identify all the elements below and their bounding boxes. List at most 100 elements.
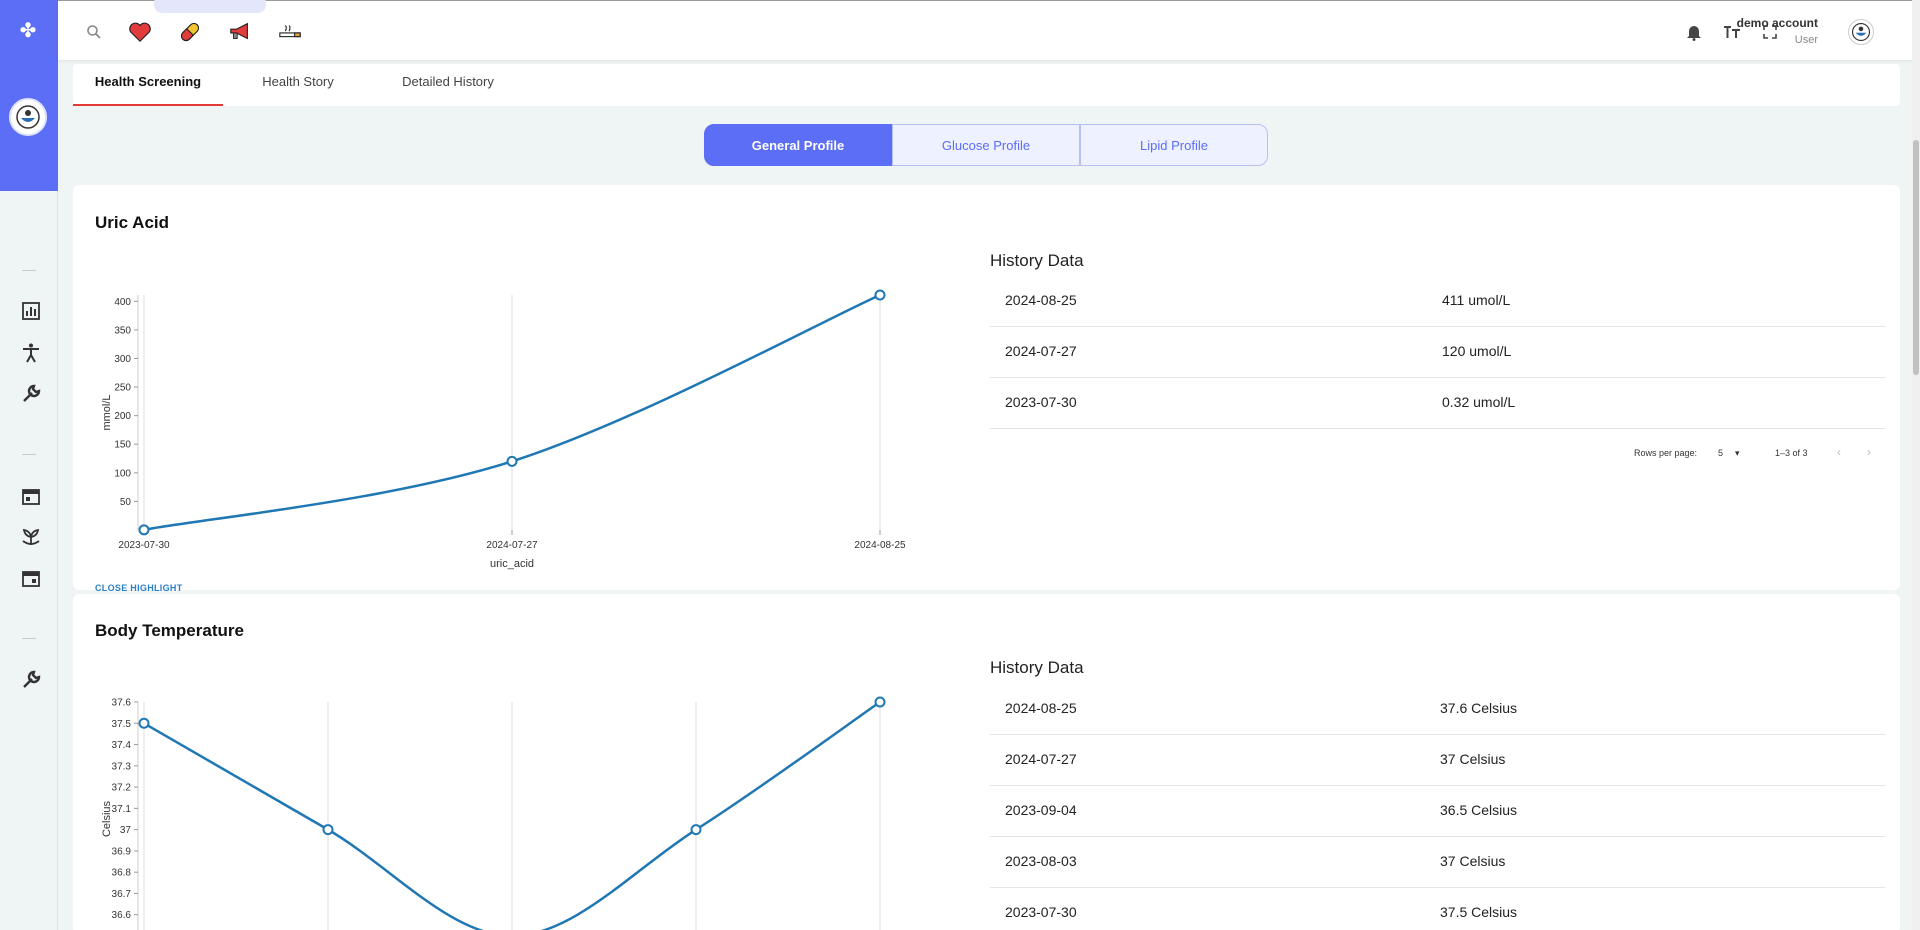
row-value: 120 umol/L: [1442, 343, 1512, 359]
chart-icon[interactable]: [20, 300, 42, 322]
row-value: 37 Celsius: [1440, 751, 1506, 767]
rows-per-page-select[interactable]: 5: [1718, 448, 1723, 458]
page-range: 1–3 of 3: [1775, 448, 1808, 458]
data-point: [138, 717, 150, 729]
sidebar-header: ✤: [0, 0, 58, 191]
y-tick-label: 150: [114, 440, 131, 451]
row-date: 2024-08-25: [1005, 292, 1077, 308]
y-tick-label: 37.1: [112, 804, 132, 815]
x-axis-label: uric_acid: [490, 558, 534, 570]
glucose-profile-button[interactable]: Glucose Profile: [892, 124, 1080, 166]
sidebar-divider: [22, 270, 36, 271]
row-value: 37 Celsius: [1440, 853, 1506, 869]
y-tick-label: 37.4: [112, 740, 132, 751]
history-row: 2024-08-25 37.6 Celsius: [990, 684, 1885, 735]
tabs-bar: Health Screening Health Story Detailed H…: [73, 64, 1900, 106]
row-value: 411 umol/L: [1442, 292, 1511, 308]
lipid-profile-button[interactable]: Lipid Profile: [1080, 124, 1268, 166]
megaphone-icon[interactable]: [228, 20, 252, 44]
wrench-icon[interactable]: [20, 669, 42, 691]
bell-icon[interactable]: [1682, 20, 1706, 44]
close-highlight-button[interactable]: CLOSE HIGHLIGHT: [95, 583, 183, 593]
row-value: 37.6 Celsius: [1440, 700, 1518, 716]
history-row: 2023-07-30 37.5 Celsius: [990, 888, 1885, 930]
tab-health-story[interactable]: Health Story: [223, 64, 373, 106]
y-tick-label: 50: [120, 497, 132, 508]
history-row: 2023-08-03 37 Celsius: [990, 837, 1885, 888]
uric-acid-chart: 2023-07-30 2024-07-27 2024-08-25 50 100 150 20…: [101, 289, 906, 570]
row-date: 2023-07-30: [1005, 904, 1077, 920]
x-tick-label: 2023-07-30: [118, 540, 170, 551]
user-avatar[interactable]: [1848, 19, 1874, 45]
tab-health-screening[interactable]: Health Screening: [73, 64, 223, 106]
row-date: 2024-08-25: [1005, 700, 1077, 716]
y-tick-label: 36.8: [112, 868, 132, 879]
scrollbar[interactable]: [1912, 0, 1920, 930]
row-value: 37.5 Celsius: [1440, 904, 1518, 920]
rows-per-page-label: Rows per page:: [1634, 448, 1698, 458]
history-row: 2024-08-25 411 umol/L: [990, 276, 1885, 327]
y-tick-label: 37: [120, 825, 132, 836]
dropdown-icon[interactable]: ▾: [1735, 448, 1740, 459]
history-row: 2024-07-27 120 umol/L: [990, 327, 1885, 378]
sidebar: ✤: [0, 0, 58, 930]
next-page-icon[interactable]: ›: [1867, 445, 1871, 459]
y-axis-label: mmol/L: [101, 394, 113, 430]
sidebar-avatar[interactable]: [9, 98, 47, 136]
y-tick-label: 250: [114, 383, 131, 394]
row-value: 36.5 Celsius: [1440, 802, 1518, 818]
sidebar-divider: [22, 454, 36, 455]
body-temperature-chart: 2023-07-302023-08-032023-09-042024-07-27…: [101, 696, 886, 930]
plant-icon[interactable]: [20, 526, 42, 548]
y-tick-label: 350: [114, 325, 131, 336]
smoking-icon[interactable]: [278, 20, 302, 44]
avatar-logo-icon: [16, 105, 40, 129]
y-tick-label: 37.3: [112, 761, 132, 772]
y-tick-label: 100: [114, 468, 131, 479]
scrollbar-thumb[interactable]: [1913, 140, 1919, 375]
row-value: 0.32 umol/L: [1442, 394, 1516, 410]
topbar-pill: [154, 0, 266, 13]
data-point: [874, 289, 886, 301]
history-title: History Data: [990, 251, 1084, 270]
y-tick-label: 37.2: [112, 783, 132, 794]
data-point: [690, 824, 702, 836]
user-name[interactable]: demo account: [1737, 16, 1818, 30]
heart-icon[interactable]: [128, 20, 152, 44]
sidebar-divider: [22, 638, 36, 639]
search-icon[interactable]: [82, 20, 106, 44]
y-tick-label: 300: [114, 354, 131, 365]
pill-icon[interactable]: [178, 20, 202, 44]
y-tick-label: 36.6: [112, 910, 132, 921]
y-tick-label: 36.7: [112, 889, 132, 900]
row-date: 2023-07-30: [1005, 394, 1077, 410]
history-row: 2023-07-30 0.32 umol/L: [990, 378, 1885, 429]
history-row: 2024-07-27 37 Celsius: [990, 735, 1885, 786]
y-axis-label: Celsius: [101, 800, 113, 837]
profile-switch: General Profile Glucose Profile Lipid Pr…: [704, 124, 1268, 166]
general-profile-button[interactable]: General Profile: [704, 124, 892, 166]
calendar-event-icon[interactable]: [20, 567, 42, 589]
tab-detailed-history[interactable]: Detailed History: [373, 64, 523, 106]
user-role: User: [1794, 34, 1818, 46]
row-date: 2024-07-27: [1005, 343, 1077, 359]
history-title: History Data: [990, 658, 1084, 677]
data-point: [138, 524, 150, 536]
row-date: 2023-08-03: [1005, 853, 1077, 869]
data-point: [506, 455, 518, 467]
history-row: 2023-09-04 36.5 Celsius: [990, 786, 1885, 837]
y-tick-label: 400: [114, 297, 131, 308]
x-tick-label: 2024-07-27: [486, 540, 538, 551]
y-tick-label: 37.5: [112, 719, 132, 730]
row-date: 2023-09-04: [1005, 802, 1077, 818]
x-tick-label: 2024-08-25: [854, 540, 906, 551]
app-logo-icon[interactable]: ✤: [17, 20, 39, 42]
y-tick-label: 200: [114, 411, 131, 422]
calendar-icon[interactable]: [20, 485, 42, 507]
wrench-icon[interactable]: [20, 383, 42, 405]
pagination: Rows per page: 5 ▾ 1–3 of 3 ‹ ›: [990, 445, 1885, 468]
accessibility-icon[interactable]: [20, 342, 42, 364]
prev-page-icon[interactable]: ‹: [1837, 445, 1841, 459]
y-tick-label: 36.9: [112, 846, 132, 857]
y-tick-label: 37.6: [112, 698, 132, 709]
